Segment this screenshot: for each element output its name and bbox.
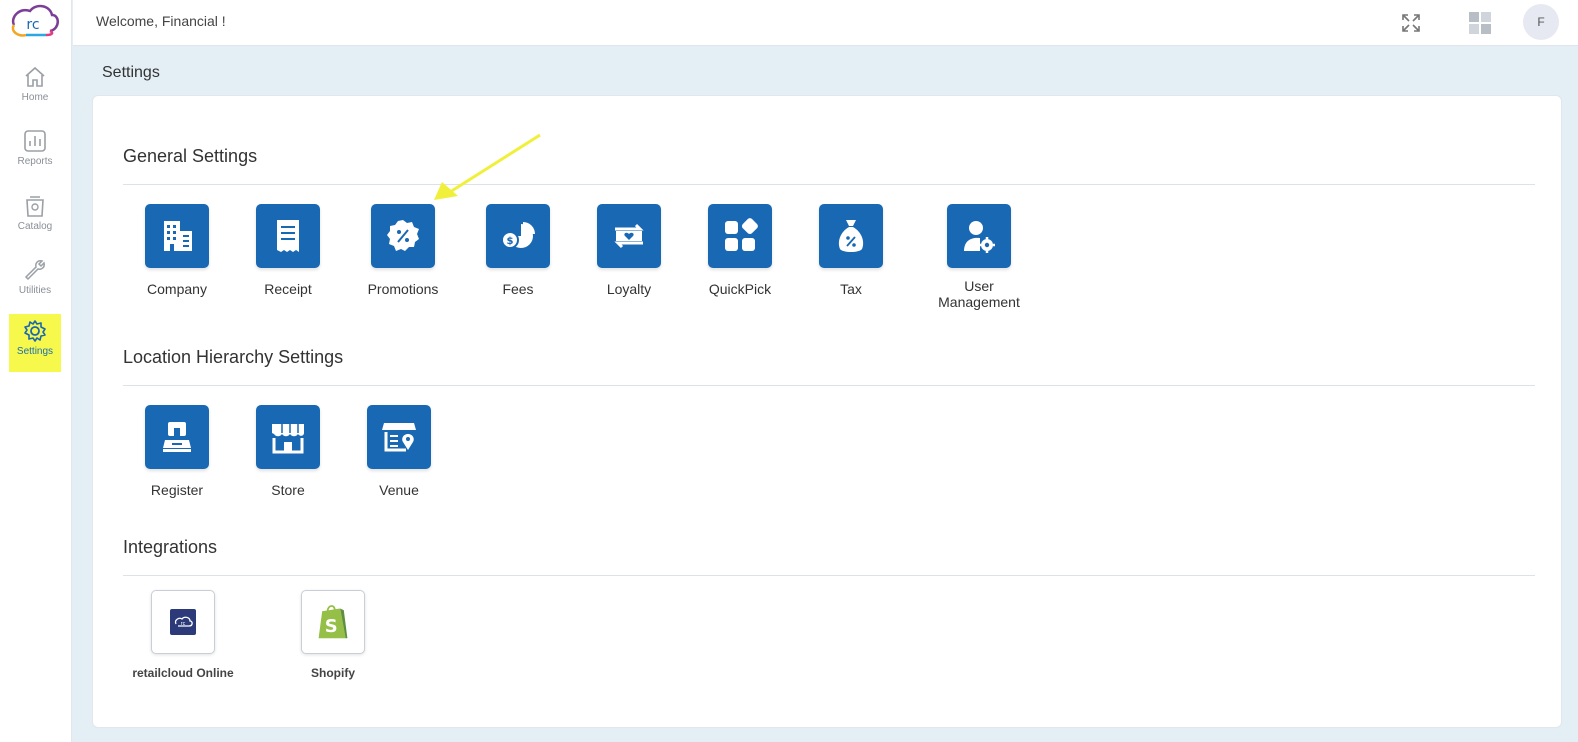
tile-icon-box: rc (151, 590, 215, 654)
tile-quickpick[interactable]: QuickPick (685, 204, 795, 297)
top-header: Welcome, Financial ! F (73, 0, 1578, 46)
tile-label: QuickPick (708, 281, 772, 297)
register-icon (163, 422, 191, 452)
svg-text:rc: rc (181, 621, 186, 627)
gear-icon (24, 320, 46, 342)
avatar[interactable]: F (1523, 4, 1559, 40)
retailcloud-online-icon: rc (170, 609, 196, 635)
sidebar-item-label: Catalog (17, 221, 53, 232)
tile-label: Venue (379, 482, 419, 498)
tile-label: User Management (938, 278, 1020, 310)
tile-icon-box: S (301, 590, 365, 654)
rc-logo[interactable]: rc (6, 3, 60, 41)
tile-label: Tax (840, 281, 862, 297)
tax-bag-icon (838, 220, 864, 252)
loyalty-icon (614, 223, 644, 249)
sidebar-item-label: Home (21, 92, 49, 103)
tile-venue[interactable]: Venue (344, 405, 454, 498)
tile-promotions[interactable]: Promotions (348, 204, 458, 297)
page-title: Settings (102, 64, 160, 81)
divider (123, 184, 1535, 185)
apps-icon (725, 218, 758, 251)
tile-icon-box (708, 204, 772, 268)
bar-chart-icon (24, 130, 46, 152)
tile-icon-box: $ (486, 204, 550, 268)
tile-label-line: User (964, 278, 994, 294)
tile-label: Promotions (367, 281, 439, 297)
tile-label: Fees (502, 281, 534, 297)
tile-icon-box (145, 204, 209, 268)
sidebar-item-utilities[interactable]: Utilities (9, 253, 61, 311)
divider (123, 385, 1535, 386)
tile-icon-box (367, 405, 431, 469)
tile-icon-box (597, 204, 661, 268)
catalog-icon (26, 196, 44, 217)
tile-shopify[interactable]: S Shopify (268, 590, 398, 680)
sidebar-item-catalog[interactable]: Catalog (9, 189, 61, 247)
sidebar-item-label: Utilities (18, 285, 52, 296)
tile-icon-box (947, 204, 1011, 268)
tile-icon-box (145, 405, 209, 469)
user-gear-icon (964, 221, 995, 253)
venue-icon (382, 423, 416, 452)
logo-text: rc (26, 17, 39, 33)
sidebar-item-home[interactable]: Home (9, 60, 61, 118)
welcome-text: Welcome, Financial ! (96, 13, 226, 29)
section-title-integrations: Integrations (123, 537, 218, 557)
tile-label: retailcloud Online (132, 666, 234, 680)
sidebar-item-label: Settings (16, 346, 54, 357)
tile-register[interactable]: Register (122, 405, 232, 498)
tile-user-management[interactable]: User Management (924, 204, 1034, 310)
tile-icon-box (256, 204, 320, 268)
sidebar-item-reports[interactable]: Reports (9, 124, 61, 182)
svg-text:$: $ (507, 236, 514, 247)
tile-icon-box (256, 405, 320, 469)
tile-receipt[interactable]: Receipt (233, 204, 343, 297)
avatar-initial: F (1537, 15, 1545, 29)
tile-label-line: Management (938, 294, 1020, 310)
tile-company[interactable]: Company (122, 204, 232, 297)
tile-store[interactable]: Store (233, 405, 343, 498)
wrench-icon (24, 260, 45, 281)
tile-label: Store (271, 482, 305, 498)
grid-icon[interactable] (1468, 11, 1492, 35)
discount-badge-icon (387, 220, 419, 251)
divider (123, 575, 1535, 576)
tile-label: Register (150, 482, 204, 498)
tile-label: Loyalty (606, 281, 652, 297)
tile-label: Company (147, 281, 207, 297)
tile-icon-box (819, 204, 883, 268)
sidebar-item-settings[interactable]: Settings (9, 314, 61, 372)
fees-pie-icon: $ (501, 222, 535, 249)
store-icon (272, 424, 304, 454)
receipt-icon (277, 220, 299, 252)
tile-fees[interactable]: $ Fees (463, 204, 573, 297)
shopify-icon: S (318, 605, 348, 639)
fullscreen-icon[interactable] (1399, 11, 1423, 35)
tile-loyalty[interactable]: Loyalty (574, 204, 684, 297)
building-icon (164, 221, 192, 251)
tile-tax[interactable]: Tax (796, 204, 906, 297)
tile-label: Shopify (311, 666, 355, 680)
tile-icon-box (371, 204, 435, 268)
tile-retailcloud-online[interactable]: rc retailcloud Online (118, 590, 248, 680)
sidebar: rc Home Reports Catalog Utilities Settin… (0, 0, 72, 742)
tile-label: Receipt (264, 281, 312, 297)
settings-card: General Settings Company Receipt Promoti… (92, 95, 1562, 728)
section-title-general: General Settings (123, 146, 258, 166)
sidebar-item-label: Reports (17, 156, 53, 167)
svg-text:S: S (325, 616, 338, 637)
section-title-location: Location Hierarchy Settings (123, 347, 344, 367)
home-icon (25, 66, 45, 87)
